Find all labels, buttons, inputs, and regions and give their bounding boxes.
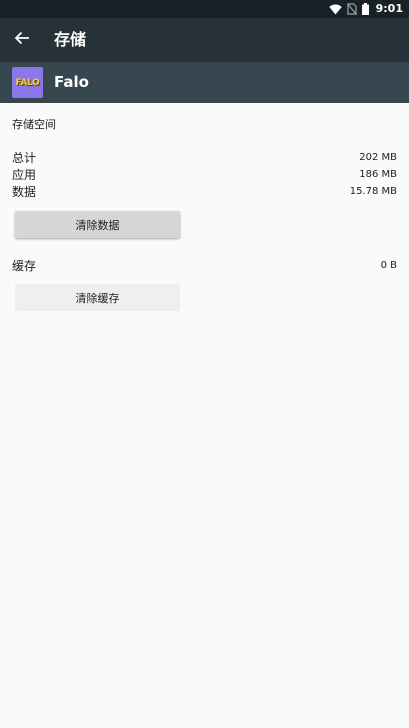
app-logo-text: FALO xyxy=(15,77,40,88)
back-button[interactable] xyxy=(8,26,36,54)
row-value: 202 MB xyxy=(359,152,397,163)
app-name: Falo xyxy=(54,73,89,91)
no-sim-icon xyxy=(346,0,357,19)
cache-row: 缓存 0 B xyxy=(12,257,397,274)
battery-icon xyxy=(361,0,369,19)
storage-section-title: 存储空间 xyxy=(12,118,56,131)
status-time: 9:01 xyxy=(375,2,403,15)
row-label: 应用 xyxy=(12,168,37,182)
row-label: 数据 xyxy=(12,185,37,199)
storage-row-data: 数据 15.78 MB xyxy=(12,183,397,200)
row-label: 总计 xyxy=(12,151,37,165)
cache-label: 缓存 xyxy=(12,259,37,273)
wifi-icon xyxy=(328,0,342,19)
row-value: 186 MB xyxy=(359,169,397,180)
arrow-back-icon xyxy=(14,30,30,50)
storage-row-total: 总计 202 MB xyxy=(12,149,397,166)
status-bar: 9:01 xyxy=(0,0,409,18)
storage-row-app: 应用 186 MB xyxy=(12,166,397,183)
toolbar: 存储 xyxy=(0,18,409,62)
app-icon: FALO xyxy=(12,67,43,98)
clear-data-button[interactable]: 清除数据 xyxy=(15,211,180,238)
page-title: 存储 xyxy=(54,30,87,49)
status-icons: 9:01 xyxy=(328,0,403,19)
row-value: 15.78 MB xyxy=(349,186,397,197)
clear-cache-button[interactable]: 清除缓存 xyxy=(15,284,180,311)
cache-value: 0 B xyxy=(380,260,397,271)
app-header: FALO Falo xyxy=(0,62,409,103)
